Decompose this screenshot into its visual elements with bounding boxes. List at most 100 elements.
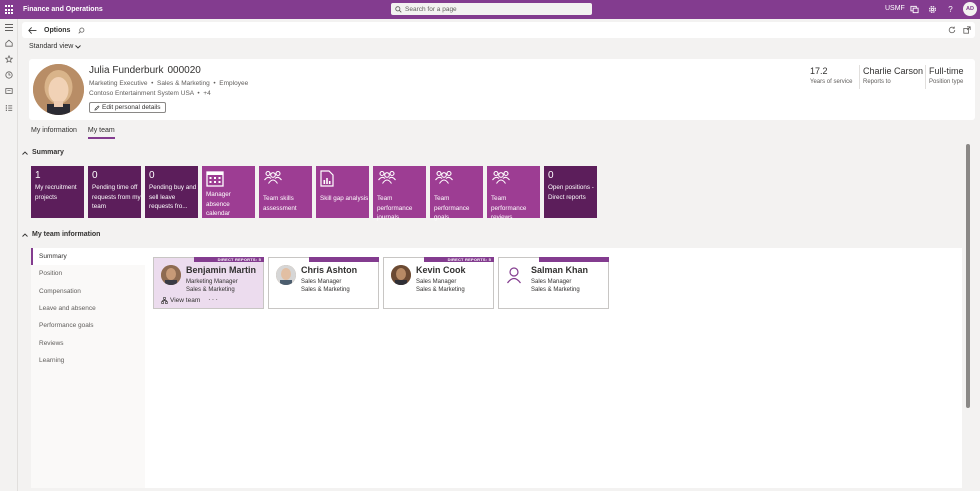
clock-icon [5,71,13,79]
stat-value: 17.2 [810,66,828,76]
tile-label: Open positions - Direct reports [548,184,594,201]
tab-my-information[interactable]: My information [31,127,77,139]
view-selector[interactable]: Standard view [29,43,82,50]
tile-count: 0 [92,170,98,181]
stat-label: Reports to [863,79,891,85]
tile-label: Pending buy and sell leave requests fro.… [149,184,197,210]
list-icon [5,105,13,111]
team-info-nav: Summary Position Compensation Leave and … [31,248,145,372]
team-nav-leave-absence[interactable]: Leave and absence [31,300,145,317]
team-member-photo [391,265,411,285]
team-member-card-kevin-cook[interactable]: DIRECT REPORTS: 5 Kevin Cook Sales Manag… [383,257,494,309]
app-title[interactable]: Finance and Operations [23,6,103,13]
notifications-button[interactable] [909,4,920,15]
settings-button[interactable] [927,4,938,15]
chat-icon [910,5,919,14]
action-search-button[interactable] [78,27,85,34]
waffle-icon [4,5,14,14]
tile-count: 1 [35,170,41,181]
left-navigation [0,19,18,491]
tile-label: Team performance reviews [491,195,527,221]
team-icon [434,170,483,188]
tile-open-positions[interactable]: 0 Open positions - Direct reports [544,166,597,218]
direct-reports-badge [309,257,379,262]
nav-recent-button[interactable] [4,70,14,80]
tile-team-performance-journals[interactable]: Team performance journals [373,166,426,221]
employee-department: Sales & Marketing [157,80,210,87]
person-icon [504,265,524,285]
tile-team-skills-assessment[interactable]: Team skills assessment [259,166,312,218]
nav-menu-button[interactable] [4,22,14,32]
employee-id: 000020 [167,65,201,76]
help-button[interactable]: ? [945,4,956,15]
edit-personal-details-label: Edit personal details [102,104,161,111]
hamburger-icon [5,23,13,31]
global-search-input[interactable]: Search for a page [391,3,592,15]
nav-favorites-button[interactable] [4,54,14,64]
nav-workspaces-button[interactable] [4,86,14,96]
nav-home-button[interactable] [4,38,14,48]
tile-team-performance-goals[interactable]: Team performance goals [430,166,483,221]
team-nav-learning[interactable]: Learning [31,352,145,369]
more-options-button[interactable]: ··· [208,295,219,304]
team-member-title: Sales Manager [416,279,457,285]
stat-reports-to[interactable]: Charlie Carson Reports to [863,66,923,85]
stat-divider [925,65,926,89]
refresh-button[interactable] [947,25,957,35]
team-member-photo [276,265,296,285]
star-icon [5,55,13,63]
tile-manager-absence-calendar[interactable]: Manager absence calendar [202,166,255,218]
user-avatar[interactable]: AD [963,2,977,16]
more-entities-link[interactable]: +4 [203,90,210,97]
tile-label: Team performance goals [434,195,470,221]
tile-label: Team performance journals [377,195,413,221]
team-member-department: Sales & Marketing [416,287,465,293]
page-scrollbar[interactable] [966,144,970,408]
chevron-down-icon [75,44,82,49]
team-member-department: Sales & Marketing [186,287,235,293]
team-member-department: Sales & Marketing [301,287,350,293]
team-member-department: Sales & Marketing [531,287,580,293]
tile-label: Team skills assessment [263,195,297,212]
tab-my-team[interactable]: My team [87,127,115,139]
tile-recruitment-projects[interactable]: 1 My recruitment projects [31,166,84,218]
team-nav-position[interactable]: Position [31,265,145,282]
view-team-link[interactable]: View team [161,297,200,304]
view-team-label: View team [170,297,201,304]
summary-section-header[interactable]: Summary [22,149,64,156]
search-icon [395,5,402,13]
team-icon [491,170,540,188]
team-member-name: Kevin Cook [416,265,466,275]
company-picker[interactable]: USMF [885,5,905,12]
home-icon [5,39,13,47]
tile-count: 0 [548,170,554,181]
team-icon [377,170,426,188]
options-menu[interactable]: Options [44,27,70,34]
direct-reports-badge [539,257,609,262]
team-member-card-salman-khan[interactable]: Salman Khan Sales Manager Sales & Market… [498,257,609,309]
team-info-nav-background [31,372,145,488]
team-info-panel: Summary Position Compensation Leave and … [31,248,962,488]
team-member-card-benjamin-martin[interactable]: DIRECT REPORTS: 5 Benjamin Martin Market… [153,257,264,309]
tile-pending-buy-sell-leave[interactable]: 0 Pending buy and sell leave requests fr… [145,166,198,218]
stat-value: Charlie Carson [863,66,924,76]
team-nav-summary[interactable]: Summary [31,248,145,266]
back-button[interactable] [24,22,40,38]
open-new-window-button[interactable] [962,25,972,35]
team-member-card-chris-ashton[interactable]: Chris Ashton Sales Manager Sales & Marke… [268,257,379,309]
employee-header-card: Julia Funderburk 000020 Marketing Executi… [29,59,975,120]
team-nav-performance-goals[interactable]: Performance goals [31,317,145,334]
team-nav-compensation[interactable]: Compensation [31,283,145,300]
tile-skill-gap-analysis[interactable]: Skill gap analysis [316,166,369,218]
nav-modules-button[interactable] [4,103,14,113]
tile-team-performance-reviews[interactable]: Team performance reviews [487,166,540,221]
stat-value: Full-time [929,66,964,76]
tile-pending-time-off[interactable]: 0 Pending time off requests from my team [88,166,141,218]
app-launcher-button[interactable] [0,0,18,19]
team-member-title: Sales Manager [301,279,342,285]
tile-label: My recruitment projects [35,184,77,201]
team-member-title: Marketing Manager [186,279,238,285]
edit-personal-details-button[interactable]: Edit personal details [89,102,166,113]
team-info-section-header[interactable]: My team information [22,231,100,238]
team-nav-reviews[interactable]: Reviews [31,334,145,351]
